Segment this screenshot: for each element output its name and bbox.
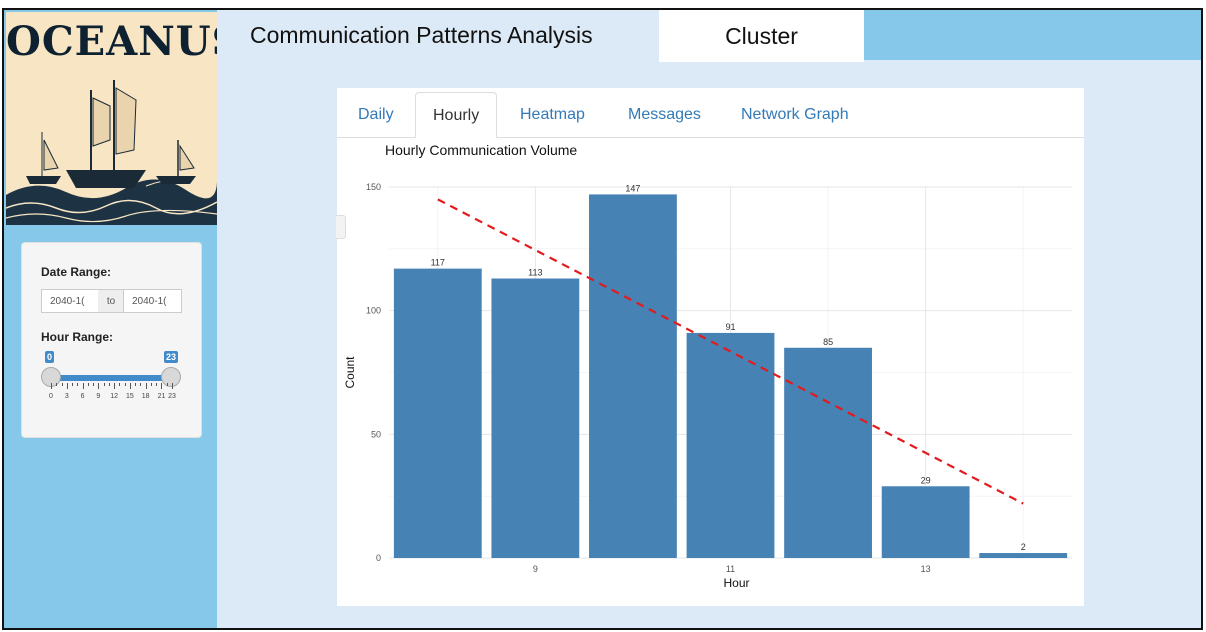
slider-tick — [161, 383, 163, 389]
slider-tick — [82, 383, 84, 389]
date-end-input[interactable]: 2040-1( — [123, 289, 182, 313]
slider-tick-label: 6 — [80, 393, 85, 400]
data-label: 29 — [921, 475, 931, 485]
slider-tick — [61, 383, 63, 386]
data-label: 117 — [431, 258, 445, 268]
data-label: 91 — [725, 322, 735, 332]
slider-tick — [51, 383, 52, 389]
slider-track[interactable] — [51, 375, 171, 381]
tab-heatmap[interactable]: Heatmap — [503, 92, 602, 138]
hour-range-label: Hour Range: — [41, 330, 113, 344]
x-tick-label: 9 — [533, 564, 538, 574]
slider-tick-label: 3 — [64, 393, 69, 400]
x-axis-label: Hour — [723, 576, 749, 590]
slider-tick — [145, 383, 147, 389]
slider-tick — [93, 383, 95, 386]
bar-hour-13 — [881, 486, 970, 558]
slider-tick — [119, 383, 121, 386]
slider-max-badge: 23 — [164, 351, 179, 363]
slider-tick-label: 18 — [141, 393, 150, 400]
slider-min-badge: 0 — [45, 351, 55, 363]
logo: OCEANUS — [6, 12, 217, 225]
y-tick-label: 100 — [366, 306, 381, 316]
bar-hour-10 — [589, 194, 677, 559]
slider-tick — [172, 383, 173, 389]
filter-panel: Date Range: 2040-1( to 2040-1( Hour Rang… — [21, 242, 202, 438]
logo-text: OCEANUS — [6, 18, 217, 65]
slider-tick — [156, 383, 158, 386]
bar-hour-8 — [393, 268, 482, 558]
slider-tick — [129, 383, 131, 389]
y-tick-label: 0 — [376, 553, 381, 563]
slider-tick-label: 9 — [96, 393, 101, 400]
hourly-volume-chart: 117 113 147 91 85 29 2 0 50 100 150 9 11 13 Hour Count — [343, 182, 1072, 590]
x-tick-label: 11 — [726, 564, 735, 574]
slider-tick — [166, 383, 168, 386]
x-tick-label: 13 — [921, 564, 931, 574]
tab-bar: Daily Hourly Heatmap Messages Network Gr… — [337, 88, 1084, 138]
navbar-strip — [864, 10, 1201, 60]
hour-range-slider[interactable]: 0 23 0 3 6 9 12 15 18 21 23 — [41, 351, 189, 401]
tab-messages[interactable]: Messages — [611, 92, 718, 138]
sidebar: OCEANUS Date Range: 2040-1( — [4, 10, 217, 628]
slider-tick-label: 23 — [168, 393, 176, 400]
ship-illustration — [6, 80, 217, 225]
slider-tick — [103, 383, 105, 386]
y-tick-label: 50 — [371, 429, 381, 439]
bar-hour-9 — [491, 278, 580, 558]
slider-tick — [124, 383, 126, 386]
slider-tick-label: 0 — [49, 393, 53, 400]
bar-hour-14 — [979, 553, 1068, 558]
data-label: 85 — [823, 337, 833, 347]
slider-tick — [140, 383, 142, 386]
slider-tick — [135, 383, 137, 386]
slider-tick — [66, 383, 68, 389]
slider-tick-label: 12 — [110, 393, 119, 400]
slider-tick — [108, 383, 110, 386]
app-title: Communication Patterns Analysis — [250, 22, 593, 48]
slider-tick — [56, 383, 58, 386]
date-range-separator: to — [98, 289, 124, 313]
date-range-label: Date Range: — [41, 265, 112, 279]
app-frame: OCEANUS Date Range: 2040-1( — [2, 8, 1203, 630]
bar-hour-12 — [784, 347, 872, 558]
slider-tick — [77, 383, 79, 386]
slider-tick — [72, 383, 74, 386]
y-axis-label: Count — [343, 356, 357, 389]
data-label: 147 — [625, 183, 640, 193]
slider-tick-label: 21 — [157, 393, 166, 400]
data-label: 2 — [1021, 542, 1026, 552]
chart-title: Hourly Communication Volume — [385, 142, 578, 158]
slider-tick — [150, 383, 152, 386]
y-tick-label: 150 — [366, 182, 381, 192]
nav-item-cluster[interactable]: Cluster — [659, 10, 864, 62]
slider-ticks — [51, 383, 173, 389]
slider-tick — [98, 383, 100, 389]
tab-hourly[interactable]: Hourly — [415, 92, 498, 138]
date-start-input[interactable]: 2040-1( — [41, 289, 99, 313]
tab-network-graph[interactable]: Network Graph — [724, 92, 866, 138]
data-label: 113 — [528, 268, 542, 278]
slider-tick-label: 15 — [126, 393, 134, 400]
slider-tick — [87, 383, 89, 386]
slider-tick — [114, 383, 116, 389]
tab-daily[interactable]: Daily — [341, 92, 411, 138]
